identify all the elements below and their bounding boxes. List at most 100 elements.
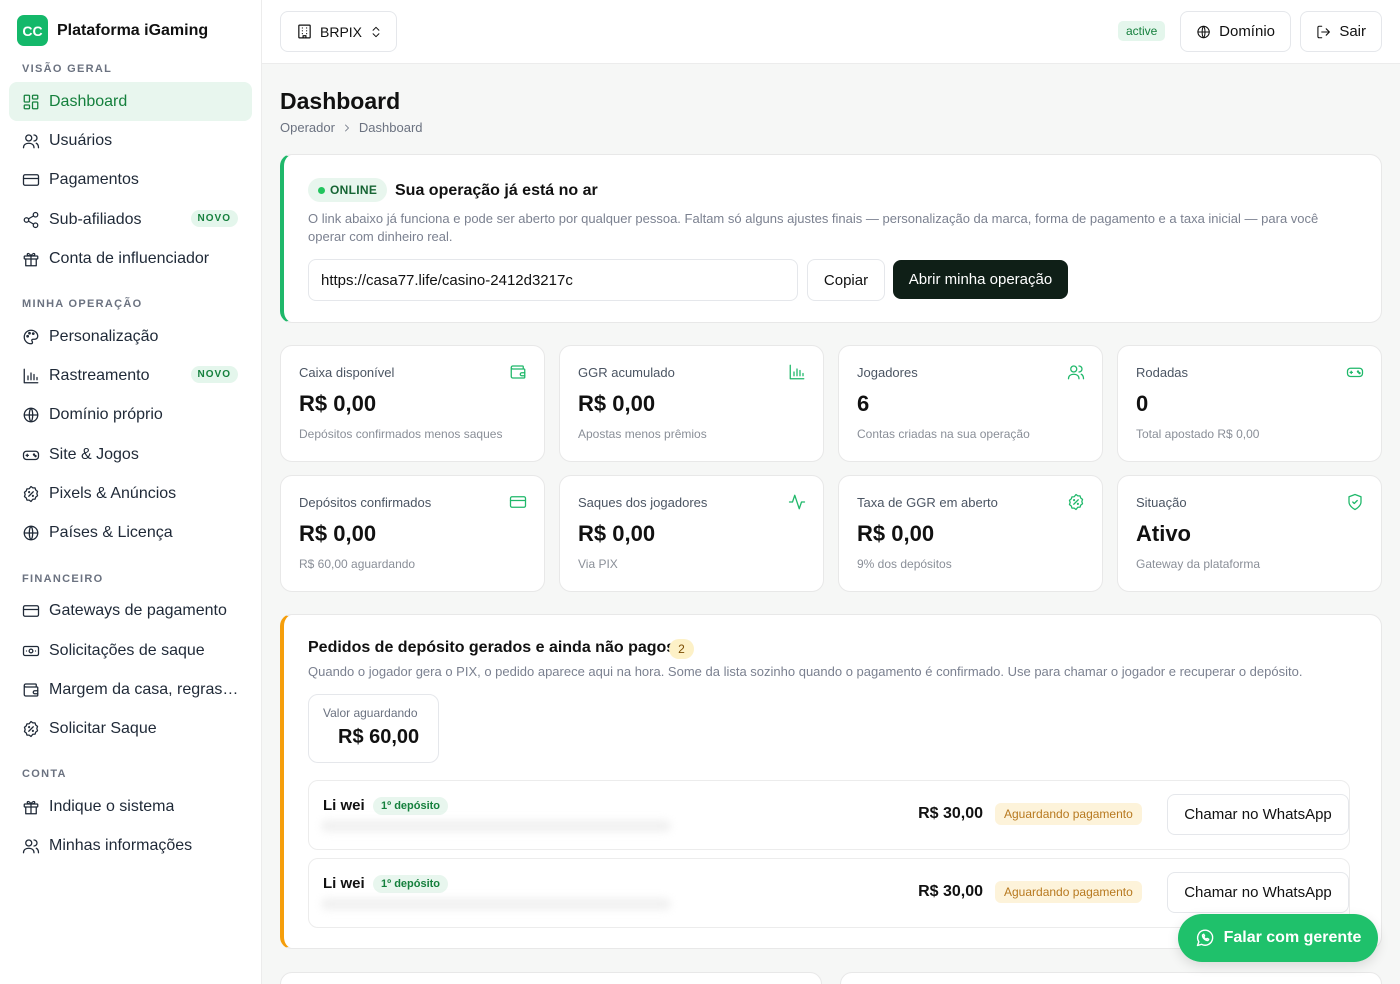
operation-url-input[interactable] <box>308 259 798 301</box>
sidebar-item-solicitar-saque[interactable]: Solicitar Saque <box>9 709 252 748</box>
sidebar-item-rastreamento[interactable]: Rastreamento NOVO <box>9 356 252 395</box>
breadcrumb-item-operador[interactable]: Operador <box>280 120 335 135</box>
sidebar-item-gateways[interactable]: Gateways de pagamento <box>9 591 252 630</box>
badge-percent-icon <box>1067 493 1085 511</box>
bottom-card-right <box>840 972 1382 984</box>
stat-value: R$ 0,00 <box>578 521 656 546</box>
online-status-pill: ONLINE <box>308 178 388 202</box>
blurred-contact-info <box>321 898 671 910</box>
awaiting-value: R$ 60,00 <box>338 726 420 748</box>
globe-icon <box>22 406 40 424</box>
sidebar-item-site-jogos[interactable]: Site & Jogos <box>9 435 252 474</box>
sidebar-item-label: Domínio próprio <box>49 405 163 423</box>
stat-subtext: Gateway da plataforma <box>1136 557 1261 571</box>
card-icon <box>509 493 527 511</box>
logout-button[interactable]: Sair <box>1300 11 1382 52</box>
sidebar-item-label: Pixels & Anúncios <box>49 484 177 502</box>
page-title: Dashboard <box>280 88 401 114</box>
sidebar-item-sub-afiliados[interactable]: Sub-afiliados NOVO <box>9 200 252 239</box>
sidebar-item-label: Margem da casa, regras & limites <box>49 680 241 698</box>
order-amount: R$ 30,00 <box>918 883 983 900</box>
activity-icon <box>788 493 806 511</box>
sidebar-item-label: Conta de influenciador <box>49 249 210 267</box>
player-name: Li wei <box>323 797 365 814</box>
sidebar-item-minhas-informacoes[interactable]: Minhas informações <box>9 826 252 865</box>
sidebar-item-label: Gateways de pagamento <box>49 601 227 619</box>
chevron-right-icon <box>341 122 353 134</box>
stat-value: R$ 0,00 <box>299 521 377 546</box>
blurred-contact-info <box>321 820 671 832</box>
tenant-selector[interactable]: BRPIX <box>280 11 397 52</box>
online-title: Sua operação já está no ar <box>395 182 598 199</box>
sidebar-item-usuarios[interactable]: Usuários <box>9 121 252 160</box>
section-label-visao-geral: VISÃO GERAL <box>22 63 113 75</box>
new-badge: NOVO <box>190 210 238 227</box>
sidebar-item-dominio-proprio[interactable]: Domínio próprio <box>9 395 252 434</box>
domain-button-label: Domínio <box>1219 23 1275 40</box>
gift-icon <box>22 250 40 268</box>
stat-card-taxa-ggr: Taxa de GGR em aberto R$ 0,00 9% dos dep… <box>838 475 1103 592</box>
open-operation-button[interactable]: Abrir minha operação <box>893 260 1068 299</box>
sidebar-item-margem-casa[interactable]: Margem da casa, regras & limites <box>9 670 252 709</box>
stat-card-saques: Saques dos jogadores R$ 0,00 Via PIX <box>559 475 824 592</box>
stat-label: Rodadas <box>1136 365 1189 380</box>
shield-check-icon <box>1346 493 1364 511</box>
stat-value: R$ 0,00 <box>299 391 377 416</box>
sidebar-item-conta-influenciador[interactable]: Conta de influenciador <box>9 239 252 278</box>
globe-icon <box>22 524 40 542</box>
pending-count-badge: 2 <box>669 639 694 659</box>
stat-label: GGR acumulado <box>578 365 675 380</box>
pending-deposits-title: Pedidos de depósito gerados e ainda não … <box>308 639 676 656</box>
sidebar-item-label: Dashboard <box>49 92 128 110</box>
chart-bar-icon <box>22 367 40 385</box>
topbar: BRPIX active Domínio Sair <box>262 0 1400 64</box>
sidebar-item-indique[interactable]: Indique o sistema <box>9 787 252 826</box>
chart-bar-icon <box>788 363 806 381</box>
stat-card-situacao: Situação Ativo Gateway da plataforma <box>1117 475 1382 592</box>
stat-subtext: Total apostado R$ 0,00 <box>1136 427 1260 441</box>
gamepad-icon <box>22 446 40 464</box>
stat-label: Caixa disponível <box>299 365 395 380</box>
dashboard-icon <box>22 93 40 111</box>
globe-icon <box>1196 23 1211 41</box>
brand[interactable]: CC Plataforma iGaming <box>17 15 208 46</box>
users-icon <box>22 132 40 150</box>
wallet-icon <box>22 681 40 699</box>
new-badge: NOVO <box>190 366 238 383</box>
sidebar-item-pixels-anuncios[interactable]: Pixels & Anúncios <box>9 474 252 513</box>
copy-button[interactable]: Copiar <box>807 259 885 301</box>
sidebar-item-label: Países & Licença <box>49 523 173 541</box>
stat-subtext: Depósitos confirmados menos saques <box>299 427 503 441</box>
sidebar-item-label: Sub-afiliados <box>49 210 142 228</box>
stat-label: Taxa de GGR em aberto <box>857 495 998 510</box>
talk-to-manager-button[interactable]: Falar com gerente <box>1178 914 1378 962</box>
sidebar-item-solicitacoes-saque[interactable]: Solicitações de saque <box>9 631 252 670</box>
pending-deposits-description: Quando o jogador gera o PIX, o pedido ap… <box>308 664 1303 679</box>
logout-icon <box>1316 23 1331 41</box>
brand-name: Plataforma iGaming <box>57 21 209 39</box>
wallet-icon <box>509 363 527 381</box>
order-status-badge: Aguardando pagamento <box>995 881 1142 903</box>
sidebar: CC Plataforma iGaming VISÃO GERAL Dashbo… <box>0 0 262 984</box>
whatsapp-contact-button[interactable]: Chamar no WhatsApp <box>1167 794 1349 835</box>
sidebar-item-label: Indique o sistema <box>49 797 175 815</box>
whatsapp-contact-button[interactable]: Chamar no WhatsApp <box>1167 872 1349 913</box>
domain-button[interactable]: Domínio <box>1180 11 1291 52</box>
sidebar-item-label: Rastreamento <box>49 366 150 384</box>
sidebar-item-paises-licenca[interactable]: Países & Licença <box>9 513 252 552</box>
building-icon <box>296 23 313 40</box>
stat-subtext: Via PIX <box>578 557 618 571</box>
stat-subtext: Apostas menos prêmios <box>578 427 707 441</box>
sidebar-item-personalizacao[interactable]: Personalização <box>9 317 252 356</box>
player-name: Li wei <box>323 875 365 892</box>
sidebar-item-dashboard[interactable]: Dashboard <box>9 82 252 121</box>
gamepad-icon <box>1346 363 1364 381</box>
users-icon <box>1067 363 1085 381</box>
stat-card-rodadas: Rodadas 0 Total apostado R$ 0,00 <box>1117 345 1382 462</box>
stat-value: 6 <box>857 391 870 416</box>
stat-subtext: 9% dos depósitos <box>857 557 952 571</box>
section-label-minha-operacao: MINHA OPERAÇÃO <box>22 298 143 310</box>
sidebar-item-label: Site & Jogos <box>49 445 139 463</box>
sidebar-item-pagamentos[interactable]: Pagamentos <box>9 160 252 199</box>
status-badge: active <box>1118 21 1166 41</box>
